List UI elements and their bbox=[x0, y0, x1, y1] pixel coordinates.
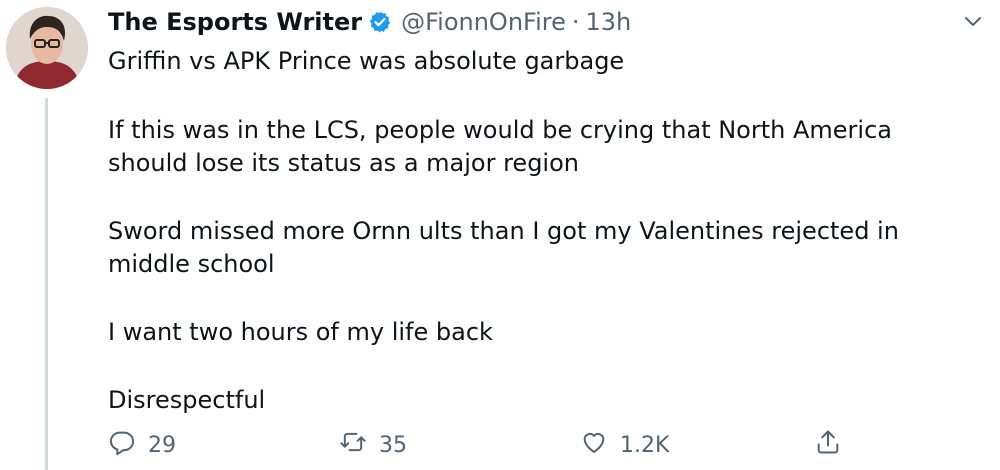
tweet-timestamp[interactable]: 13h bbox=[586, 8, 632, 36]
tweet-text-line: I want two hours of my life back bbox=[108, 318, 493, 346]
tweet-text-line: Sword missed more Ornn ults than I got m… bbox=[108, 217, 899, 245]
tweet-text-line: middle school bbox=[108, 250, 275, 278]
like-count: 1.2K bbox=[620, 432, 670, 458]
retweet-button[interactable]: 35 bbox=[339, 428, 407, 462]
retweet-count: 35 bbox=[379, 432, 407, 458]
chevron-down-icon[interactable] bbox=[962, 10, 984, 32]
retweet-icon bbox=[339, 428, 367, 462]
share-icon bbox=[814, 428, 842, 462]
verified-badge-icon bbox=[368, 10, 392, 34]
tweet-text-line: Disrespectful bbox=[108, 386, 266, 414]
like-button[interactable]: 1.2K bbox=[580, 428, 669, 462]
tweet-header: The Esports Writer @FionnOnFire · 13h bbox=[108, 6, 631, 38]
separator-dot: · bbox=[571, 8, 580, 36]
author-name[interactable]: The Esports Writer bbox=[108, 8, 362, 36]
share-button[interactable] bbox=[814, 428, 842, 462]
author-avatar[interactable] bbox=[6, 7, 88, 89]
tweet-text-line: Griffin vs APK Prince was absolute garba… bbox=[108, 47, 625, 75]
reply-count: 29 bbox=[148, 432, 176, 458]
tweet-text-line: should lose its status as a major region bbox=[108, 149, 579, 177]
reply-button[interactable]: 29 bbox=[108, 428, 176, 462]
reply-icon bbox=[108, 428, 136, 462]
tweet-actions-bar: 29 35 1.2K bbox=[0, 428, 1000, 468]
like-icon bbox=[580, 428, 608, 462]
thread-connector-line bbox=[45, 98, 48, 470]
author-handle[interactable]: @FionnOnFire bbox=[401, 8, 566, 36]
tweet-text-line: If this was in the LCS, people would be … bbox=[108, 116, 892, 144]
